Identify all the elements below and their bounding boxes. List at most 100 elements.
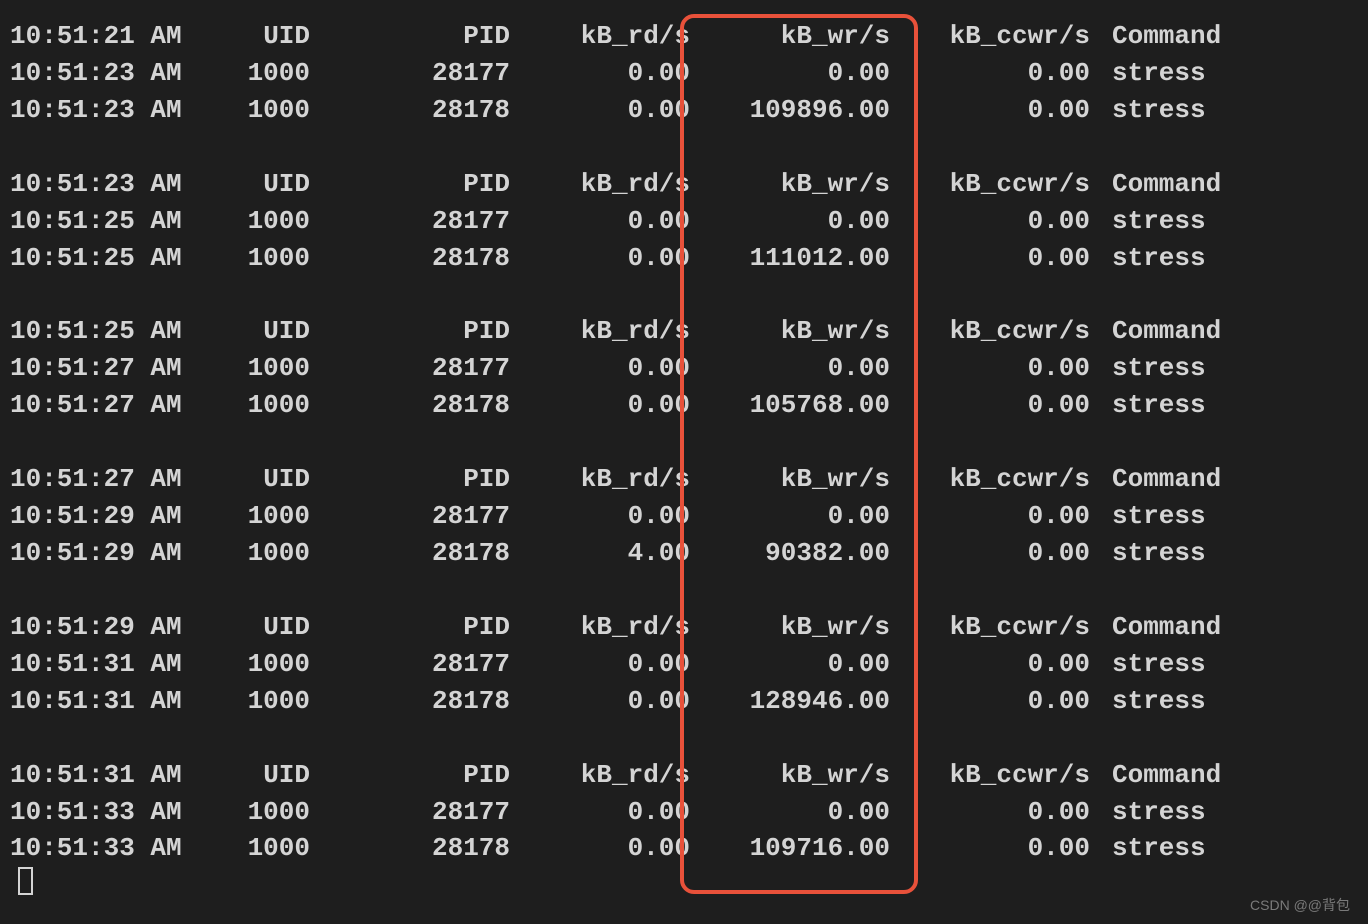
data-row: 10:51:29 AM1000281770.000.000.00stress	[10, 498, 1358, 535]
uid-cell: UID	[210, 18, 310, 55]
kb-rd-cell: kB_rd/s	[510, 757, 690, 794]
time-cell: 10:51:29 AM	[10, 609, 210, 646]
kb-rd-cell: 4.00	[510, 535, 690, 572]
blank-line	[10, 720, 1358, 757]
time-cell: 10:51:29 AM	[10, 535, 210, 572]
kb-rd-cell: 0.00	[510, 55, 690, 92]
uid-cell: UID	[210, 313, 310, 350]
time-cell: 10:51:27 AM	[10, 461, 210, 498]
data-row: 10:51:33 AM1000281770.000.000.00stress	[10, 794, 1358, 831]
command-cell: Command	[1090, 609, 1292, 646]
header-row: 10:51:27 AMUIDPIDkB_rd/skB_wr/skB_ccwr/s…	[10, 461, 1358, 498]
uid-cell: UID	[210, 166, 310, 203]
command-cell: stress	[1090, 683, 1292, 720]
kb-ccwr-cell: kB_ccwr/s	[890, 18, 1090, 55]
time-cell: 10:51:33 AM	[10, 830, 210, 867]
pid-cell: 28178	[310, 92, 510, 129]
kb-ccwr-cell: kB_ccwr/s	[890, 461, 1090, 498]
time-cell: 10:51:31 AM	[10, 757, 210, 794]
kb-ccwr-cell: kB_ccwr/s	[890, 313, 1090, 350]
uid-cell: UID	[210, 461, 310, 498]
kb-rd-cell: 0.00	[510, 794, 690, 831]
blank-line	[10, 572, 1358, 609]
kb-ccwr-cell: kB_ccwr/s	[890, 166, 1090, 203]
uid-cell: 1000	[210, 498, 310, 535]
kb-rd-cell: 0.00	[510, 683, 690, 720]
kb-wr-cell: 109716.00	[690, 830, 890, 867]
command-cell: Command	[1090, 757, 1292, 794]
kb-wr-cell: kB_wr/s	[690, 757, 890, 794]
command-cell: stress	[1090, 498, 1292, 535]
uid-cell: 1000	[210, 240, 310, 277]
kb-ccwr-cell: 0.00	[890, 350, 1090, 387]
kb-rd-cell: 0.00	[510, 498, 690, 535]
kb-rd-cell: 0.00	[510, 203, 690, 240]
uid-cell: 1000	[210, 55, 310, 92]
time-cell: 10:51:25 AM	[10, 240, 210, 277]
kb-rd-cell: 0.00	[510, 92, 690, 129]
kb-wr-cell: kB_wr/s	[690, 18, 890, 55]
kb-rd-cell: kB_rd/s	[510, 166, 690, 203]
pid-cell: PID	[310, 757, 510, 794]
kb-ccwr-cell: kB_ccwr/s	[890, 757, 1090, 794]
kb-ccwr-cell: 0.00	[890, 683, 1090, 720]
header-row: 10:51:21 AMUIDPIDkB_rd/skB_wr/skB_ccwr/s…	[10, 18, 1358, 55]
uid-cell: 1000	[210, 830, 310, 867]
uid-cell: UID	[210, 609, 310, 646]
blank-line	[10, 129, 1358, 166]
pid-cell: 28178	[310, 387, 510, 424]
terminal-output: 10:51:21 AMUIDPIDkB_rd/skB_wr/skB_ccwr/s…	[0, 0, 1368, 904]
kb-ccwr-cell: kB_ccwr/s	[890, 609, 1090, 646]
kb-ccwr-cell: 0.00	[890, 387, 1090, 424]
uid-cell: 1000	[210, 646, 310, 683]
watermark: CSDN @@背包	[1250, 896, 1350, 916]
time-cell: 10:51:27 AM	[10, 350, 210, 387]
pid-cell: PID	[310, 461, 510, 498]
cursor-line	[10, 867, 1358, 904]
data-row: 10:51:27 AM1000281780.00105768.000.00str…	[10, 387, 1358, 424]
kb-wr-cell: 0.00	[690, 794, 890, 831]
uid-cell: 1000	[210, 92, 310, 129]
pid-cell: 28177	[310, 498, 510, 535]
command-cell: stress	[1090, 92, 1292, 129]
command-cell: stress	[1090, 350, 1292, 387]
pid-cell: 28178	[310, 240, 510, 277]
time-cell: 10:51:25 AM	[10, 313, 210, 350]
header-row: 10:51:31 AMUIDPIDkB_rd/skB_wr/skB_ccwr/s…	[10, 757, 1358, 794]
kb-rd-cell: kB_rd/s	[510, 609, 690, 646]
data-row: 10:51:25 AM1000281780.00111012.000.00str…	[10, 240, 1358, 277]
kb-rd-cell: kB_rd/s	[510, 313, 690, 350]
command-cell: Command	[1090, 18, 1292, 55]
time-cell: 10:51:23 AM	[10, 166, 210, 203]
data-row: 10:51:31 AM1000281770.000.000.00stress	[10, 646, 1358, 683]
kb-ccwr-cell: 0.00	[890, 794, 1090, 831]
kb-wr-cell: kB_wr/s	[690, 609, 890, 646]
kb-wr-cell: kB_wr/s	[690, 313, 890, 350]
kb-rd-cell: kB_rd/s	[510, 461, 690, 498]
kb-wr-cell: 0.00	[690, 350, 890, 387]
pid-cell: 28178	[310, 830, 510, 867]
uid-cell: 1000	[210, 350, 310, 387]
command-cell: stress	[1090, 240, 1292, 277]
time-cell: 10:51:21 AM	[10, 18, 210, 55]
header-row: 10:51:23 AMUIDPIDkB_rd/skB_wr/skB_ccwr/s…	[10, 166, 1358, 203]
kb-wr-cell: 109896.00	[690, 92, 890, 129]
kb-ccwr-cell: 0.00	[890, 498, 1090, 535]
data-row: 10:51:23 AM1000281780.00109896.000.00str…	[10, 92, 1358, 129]
kb-wr-cell: 0.00	[690, 498, 890, 535]
kb-ccwr-cell: 0.00	[890, 535, 1090, 572]
data-row: 10:51:27 AM1000281770.000.000.00stress	[10, 350, 1358, 387]
pid-cell: 28177	[310, 55, 510, 92]
command-cell: stress	[1090, 830, 1292, 867]
pid-cell: PID	[310, 609, 510, 646]
command-cell: stress	[1090, 55, 1292, 92]
kb-rd-cell: 0.00	[510, 830, 690, 867]
kb-ccwr-cell: 0.00	[890, 646, 1090, 683]
kb-ccwr-cell: 0.00	[890, 830, 1090, 867]
kb-wr-cell: 0.00	[690, 646, 890, 683]
blank-line	[10, 276, 1358, 313]
kb-ccwr-cell: 0.00	[890, 203, 1090, 240]
command-cell: Command	[1090, 166, 1292, 203]
time-cell: 10:51:31 AM	[10, 646, 210, 683]
kb-wr-cell: 105768.00	[690, 387, 890, 424]
